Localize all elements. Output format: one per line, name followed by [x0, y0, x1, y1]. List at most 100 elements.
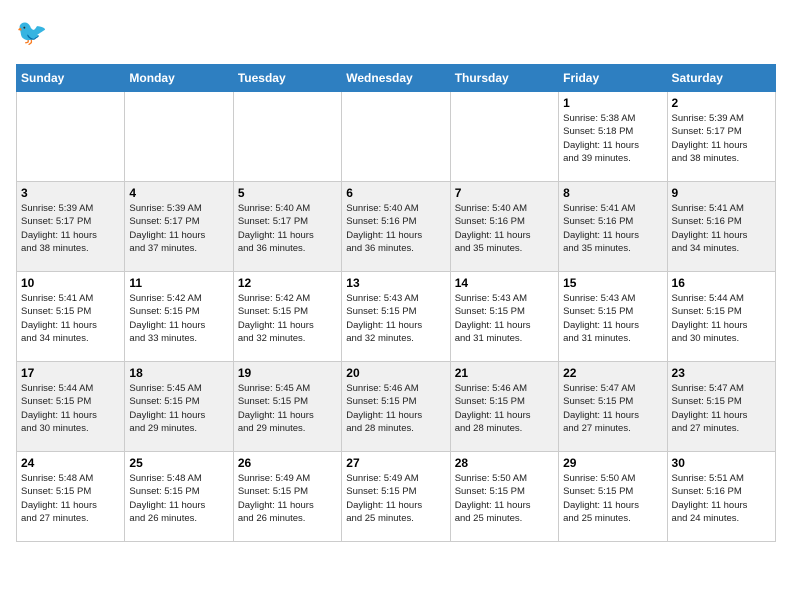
day-number: 3	[21, 186, 120, 200]
calendar-cell	[233, 92, 341, 182]
calendar-cell: 10 Sunrise: 5:41 AMSunset: 5:15 PMDayligh…	[17, 272, 125, 362]
day-number: 20	[346, 366, 445, 380]
weekday-header-friday: Friday	[559, 65, 667, 92]
day-info: Sunrise: 5:41 AMSunset: 5:16 PMDaylight:…	[672, 202, 771, 255]
day-number: 5	[238, 186, 337, 200]
calendar-cell: 19 Sunrise: 5:45 AMSunset: 5:15 PMDayligh…	[233, 362, 341, 452]
day-number: 13	[346, 276, 445, 290]
logo-icon: 🐦	[16, 16, 52, 52]
day-info: Sunrise: 5:43 AMSunset: 5:15 PMDaylight:…	[455, 292, 554, 345]
calendar-cell: 14 Sunrise: 5:43 AMSunset: 5:15 PMDayligh…	[450, 272, 558, 362]
day-number: 2	[672, 96, 771, 110]
day-info: Sunrise: 5:48 AMSunset: 5:15 PMDaylight:…	[129, 472, 228, 525]
day-info: Sunrise: 5:40 AMSunset: 5:17 PMDaylight:…	[238, 202, 337, 255]
calendar-cell: 4Sunrise: 5:39 AMSunset: 5:17 PMDaylight…	[125, 182, 233, 272]
day-info: Sunrise: 5:39 AMSunset: 5:17 PMDaylight:…	[129, 202, 228, 255]
calendar-cell	[342, 92, 450, 182]
calendar-cell: 23 Sunrise: 5:47 AMSunset: 5:15 PMDayligh…	[667, 362, 775, 452]
calendar-cell: 21Sunrise: 5:46 AMSunset: 5:15 PMDayligh…	[450, 362, 558, 452]
calendar-cell: 24 Sunrise: 5:48 AMSunset: 5:15 PMDayligh…	[17, 452, 125, 542]
calendar-cell: 2 Sunrise: 5:39 AMSunset: 5:17 PMDaylight…	[667, 92, 775, 182]
calendar-cell: 22Sunrise: 5:47 AMSunset: 5:15 PMDayligh…	[559, 362, 667, 452]
calendar-cell: 25 Sunrise: 5:48 AMSunset: 5:15 PMDayligh…	[125, 452, 233, 542]
day-number: 25	[129, 456, 228, 470]
day-number: 23	[672, 366, 771, 380]
day-number: 10	[21, 276, 120, 290]
day-info: Sunrise: 5:39 AMSunset: 5:17 PMDaylight:…	[21, 202, 120, 255]
calendar-week-5: 24 Sunrise: 5:48 AMSunset: 5:15 PMDayligh…	[17, 452, 776, 542]
calendar-week-2: 3 Sunrise: 5:39 AMSunset: 5:17 PMDaylight…	[17, 182, 776, 272]
day-number: 12	[238, 276, 337, 290]
day-number: 8	[563, 186, 662, 200]
day-number: 9	[672, 186, 771, 200]
day-info: Sunrise: 5:49 AMSunset: 5:15 PMDaylight:…	[238, 472, 337, 525]
day-info: Sunrise: 5:51 AMSunset: 5:16 PMDaylight:…	[672, 472, 771, 525]
day-number: 6	[346, 186, 445, 200]
calendar-week-3: 10 Sunrise: 5:41 AMSunset: 5:15 PMDayligh…	[17, 272, 776, 362]
day-info: Sunrise: 5:41 AMSunset: 5:15 PMDaylight:…	[21, 292, 120, 345]
day-info: Sunrise: 5:40 AMSunset: 5:16 PMDaylight:…	[455, 202, 554, 255]
calendar-cell: 12 Sunrise: 5:42 AMSunset: 5:15 PMDayligh…	[233, 272, 341, 362]
day-info: Sunrise: 5:45 AMSunset: 5:15 PMDaylight:…	[238, 382, 337, 435]
day-number: 24	[21, 456, 120, 470]
calendar-cell: 9 Sunrise: 5:41 AMSunset: 5:16 PMDaylight…	[667, 182, 775, 272]
day-info: Sunrise: 5:38 AMSunset: 5:18 PMDaylight:…	[563, 112, 662, 165]
calendar-cell: 11Sunrise: 5:42 AMSunset: 5:15 PMDayligh…	[125, 272, 233, 362]
page-header: 🐦	[16, 16, 776, 52]
day-info: Sunrise: 5:45 AMSunset: 5:15 PMDaylight:…	[129, 382, 228, 435]
day-number: 18	[129, 366, 228, 380]
day-info: Sunrise: 5:47 AMSunset: 5:15 PMDaylight:…	[672, 382, 771, 435]
day-number: 27	[346, 456, 445, 470]
day-info: Sunrise: 5:39 AMSunset: 5:17 PMDaylight:…	[672, 112, 771, 165]
day-number: 26	[238, 456, 337, 470]
weekday-header-saturday: Saturday	[667, 65, 775, 92]
weekday-header-monday: Monday	[125, 65, 233, 92]
calendar-cell: 3 Sunrise: 5:39 AMSunset: 5:17 PMDaylight…	[17, 182, 125, 272]
day-number: 15	[563, 276, 662, 290]
day-info: Sunrise: 5:44 AMSunset: 5:15 PMDaylight:…	[21, 382, 120, 435]
weekday-header-wednesday: Wednesday	[342, 65, 450, 92]
day-number: 16	[672, 276, 771, 290]
calendar-week-1: 1 Sunrise: 5:38 AMSunset: 5:18 PMDaylight…	[17, 92, 776, 182]
calendar-cell	[450, 92, 558, 182]
calendar-cell	[17, 92, 125, 182]
day-number: 14	[455, 276, 554, 290]
svg-text:🐦: 🐦	[16, 19, 47, 47]
day-info: Sunrise: 5:44 AMSunset: 5:15 PMDaylight:…	[672, 292, 771, 345]
day-number: 7	[455, 186, 554, 200]
calendar-cell: 29 Sunrise: 5:50 AMSunset: 5:15 PMDayligh…	[559, 452, 667, 542]
calendar-cell	[125, 92, 233, 182]
day-info: Sunrise: 5:50 AMSunset: 5:15 PMDaylight:…	[455, 472, 554, 525]
day-number: 1	[563, 96, 662, 110]
calendar-cell: 13 Sunrise: 5:43 AMSunset: 5:15 PMDayligh…	[342, 272, 450, 362]
day-number: 29	[563, 456, 662, 470]
logo: 🐦	[16, 16, 56, 52]
day-number: 17	[21, 366, 120, 380]
calendar-cell: 26 Sunrise: 5:49 AMSunset: 5:15 PMDayligh…	[233, 452, 341, 542]
calendar-cell: 1 Sunrise: 5:38 AMSunset: 5:18 PMDaylight…	[559, 92, 667, 182]
calendar-cell: 5 Sunrise: 5:40 AMSunset: 5:17 PMDaylight…	[233, 182, 341, 272]
day-number: 28	[455, 456, 554, 470]
calendar-cell: 28 Sunrise: 5:50 AMSunset: 5:15 PMDayligh…	[450, 452, 558, 542]
day-info: Sunrise: 5:47 AMSunset: 5:15 PMDaylight:…	[563, 382, 662, 435]
day-number: 19	[238, 366, 337, 380]
day-info: Sunrise: 5:49 AMSunset: 5:15 PMDaylight:…	[346, 472, 445, 525]
calendar-cell: 20Sunrise: 5:46 AMSunset: 5:15 PMDayligh…	[342, 362, 450, 452]
day-info: Sunrise: 5:50 AMSunset: 5:15 PMDaylight:…	[563, 472, 662, 525]
day-info: Sunrise: 5:41 AMSunset: 5:16 PMDaylight:…	[563, 202, 662, 255]
calendar-cell: 17 Sunrise: 5:44 AMSunset: 5:15 PMDayligh…	[17, 362, 125, 452]
calendar-cell: 18 Sunrise: 5:45 AMSunset: 5:15 PMDayligh…	[125, 362, 233, 452]
calendar-cell: 7 Sunrise: 5:40 AMSunset: 5:16 PMDaylight…	[450, 182, 558, 272]
calendar-table: SundayMondayTuesdayWednesdayThursdayFrid…	[16, 64, 776, 542]
calendar-cell: 8 Sunrise: 5:41 AMSunset: 5:16 PMDaylight…	[559, 182, 667, 272]
calendar-cell: 30Sunrise: 5:51 AMSunset: 5:16 PMDayligh…	[667, 452, 775, 542]
day-info: Sunrise: 5:48 AMSunset: 5:15 PMDaylight:…	[21, 472, 120, 525]
day-number: 11	[129, 276, 228, 290]
calendar-cell: 15Sunrise: 5:43 AMSunset: 5:15 PMDayligh…	[559, 272, 667, 362]
weekday-header-thursday: Thursday	[450, 65, 558, 92]
calendar-cell: 27 Sunrise: 5:49 AMSunset: 5:15 PMDayligh…	[342, 452, 450, 542]
day-info: Sunrise: 5:42 AMSunset: 5:15 PMDaylight:…	[238, 292, 337, 345]
day-info: Sunrise: 5:43 AMSunset: 5:15 PMDaylight:…	[346, 292, 445, 345]
calendar-cell: 6Sunrise: 5:40 AMSunset: 5:16 PMDaylight…	[342, 182, 450, 272]
calendar-cell: 16 Sunrise: 5:44 AMSunset: 5:15 PMDayligh…	[667, 272, 775, 362]
